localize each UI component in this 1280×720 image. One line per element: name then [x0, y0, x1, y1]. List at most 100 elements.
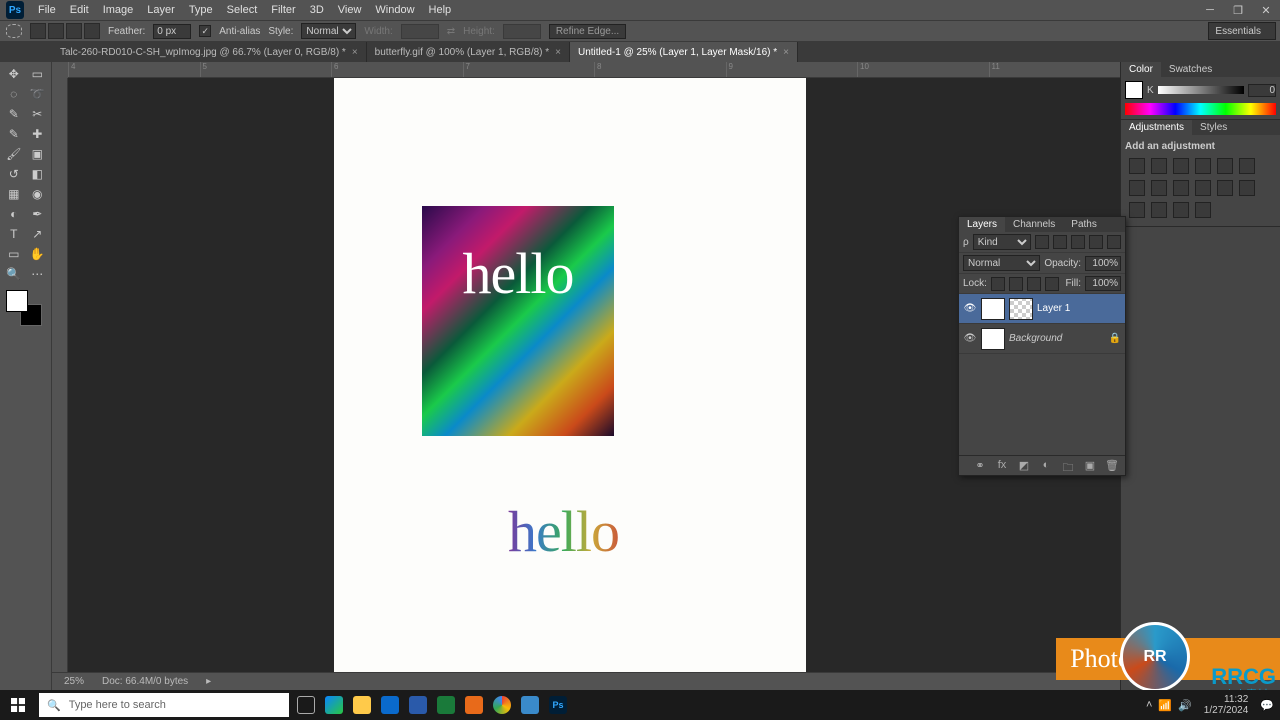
lock-position-icon[interactable] [1027, 277, 1041, 291]
menu-edit[interactable]: Edit [70, 4, 89, 16]
type-tool-icon[interactable]: T [2, 224, 26, 244]
pen-tool-icon[interactable]: ✒ [26, 204, 50, 224]
filter-smart-icon[interactable] [1107, 235, 1121, 249]
selection-new-icon[interactable] [30, 23, 46, 39]
menu-window[interactable]: Window [375, 4, 414, 16]
adjustment-layer-icon[interactable]: ◐ [1039, 459, 1053, 473]
lookup-icon[interactable] [1217, 180, 1233, 196]
lock-all-icon[interactable] [1045, 277, 1059, 291]
selection-intersect-icon[interactable] [84, 23, 100, 39]
start-button[interactable] [0, 690, 36, 720]
notifications-icon[interactable]: 💬 [1260, 699, 1274, 712]
healing-tool-icon[interactable]: ✚ [26, 124, 50, 144]
layer-name[interactable]: Background [1009, 333, 1105, 344]
link-layers-icon[interactable]: ⚭ [973, 459, 987, 473]
posterize-icon[interactable] [1129, 202, 1145, 218]
hand-tool-icon[interactable]: ✋ [26, 244, 50, 264]
refine-edge-button[interactable]: Refine Edge... [549, 24, 626, 39]
photos-icon[interactable] [516, 690, 544, 720]
gradient-tool-icon[interactable]: ▦ [2, 184, 26, 204]
crop-tool-icon[interactable]: ✂ [26, 104, 50, 124]
dodge-tool-icon[interactable]: ◐ [2, 204, 26, 224]
layer-filter-dropdown[interactable]: Kind [973, 234, 1031, 250]
word-icon[interactable] [404, 690, 432, 720]
filter-shape-icon[interactable] [1089, 235, 1103, 249]
menu-view[interactable]: View [338, 4, 362, 16]
filter-adjust-icon[interactable] [1053, 235, 1067, 249]
history-brush-tool-icon[interactable]: ↺ [2, 164, 26, 184]
stamp-tool-icon[interactable]: ▣ [26, 144, 50, 164]
k-input[interactable] [1248, 84, 1276, 97]
channel-mixer-icon[interactable] [1195, 180, 1211, 196]
tool-preset-icon[interactable] [6, 24, 22, 38]
layer-row[interactable]: 👁 Background 🔒 [959, 324, 1125, 354]
restore-button[interactable]: ❐ [1224, 0, 1252, 20]
chrome-icon[interactable] [488, 690, 516, 720]
fill-input[interactable] [1085, 276, 1121, 291]
menu-file[interactable]: File [38, 4, 56, 16]
feather-input[interactable] [153, 24, 191, 39]
style-dropdown[interactable]: Normal [301, 23, 356, 39]
gradient-map-icon[interactable] [1173, 202, 1189, 218]
levels-icon[interactable] [1151, 158, 1167, 174]
invert-icon[interactable] [1239, 180, 1255, 196]
volume-icon[interactable]: 🔊 [1178, 699, 1192, 712]
k-slider[interactable] [1158, 86, 1244, 94]
bw-icon[interactable] [1151, 180, 1167, 196]
blend-mode-dropdown[interactable]: Normal [963, 255, 1040, 271]
color-spectrum[interactable] [1125, 103, 1276, 115]
opacity-input[interactable] [1085, 256, 1121, 271]
color-balance-icon[interactable] [1129, 180, 1145, 196]
lock-pixels-icon[interactable] [1009, 277, 1023, 291]
group-icon[interactable]: 🗀 [1061, 459, 1075, 473]
quick-select-tool-icon[interactable]: ✎ [2, 104, 26, 124]
delete-layer-icon[interactable]: 🗑 [1105, 459, 1119, 473]
zoom-level[interactable]: 25% [64, 676, 84, 687]
layer-row[interactable]: 👁 Layer 1 [959, 294, 1125, 324]
mail-icon[interactable] [376, 690, 404, 720]
menu-help[interactable]: Help [429, 4, 452, 16]
vlc-icon[interactable] [460, 690, 488, 720]
antialias-checkbox[interactable]: ✓ [199, 25, 211, 37]
menu-image[interactable]: Image [103, 4, 134, 16]
selective-color-icon[interactable] [1195, 202, 1211, 218]
color-fg-swatch[interactable] [1125, 81, 1143, 99]
shape-tool-icon[interactable]: ▭ [2, 244, 26, 264]
document-canvas[interactable]: hello hello [334, 78, 806, 690]
close-icon[interactable]: × [352, 47, 358, 58]
edit-toolbar-icon[interactable]: ⋯ [26, 264, 50, 284]
menu-layer[interactable]: Layer [147, 4, 175, 16]
tab-adjustments[interactable]: Adjustments [1121, 120, 1192, 135]
zoom-tool-icon[interactable]: 🔍 [2, 264, 26, 284]
doc-tab[interactable]: Talc-260-RD010-C-SH_wpImog.jpg @ 66.7% (… [52, 42, 367, 62]
ruler-horizontal[interactable]: 4567891011 [68, 62, 1120, 78]
layer-name[interactable]: Layer 1 [1037, 303, 1121, 314]
doc-size[interactable]: Doc: 66.4M/0 bytes [102, 676, 188, 687]
artboard-tool-icon[interactable]: ▭ [26, 64, 50, 84]
menu-3d[interactable]: 3D [310, 4, 324, 16]
hue-icon[interactable] [1239, 158, 1255, 174]
ruler-origin[interactable] [52, 62, 68, 78]
tab-swatches[interactable]: Swatches [1161, 62, 1220, 77]
layer-mask-thumbnail[interactable] [1009, 298, 1033, 320]
selection-add-icon[interactable] [48, 23, 64, 39]
menu-filter[interactable]: Filter [271, 4, 295, 16]
taskbar-clock[interactable]: 11:32 1/27/2024 [1198, 694, 1255, 716]
network-icon[interactable]: 📶 [1158, 699, 1172, 712]
selection-subtract-icon[interactable] [66, 23, 82, 39]
tab-paths[interactable]: Paths [1063, 217, 1105, 232]
doc-tab[interactable]: butterfly.gif @ 100% (Layer 1, RGB/8) *× [367, 42, 570, 62]
photoshop-taskbar-icon[interactable]: Ps [544, 690, 572, 720]
path-tool-icon[interactable]: ↗ [26, 224, 50, 244]
eyedropper-tool-icon[interactable]: ✎ [2, 124, 26, 144]
tray-chevron-icon[interactable]: ˄ [1146, 699, 1152, 711]
vibrance-icon[interactable] [1217, 158, 1233, 174]
color-swatches[interactable] [6, 290, 42, 326]
edge-icon[interactable] [320, 690, 348, 720]
task-view-icon[interactable] [292, 690, 320, 720]
brush-tool-icon[interactable]: 🖌 [2, 144, 26, 164]
doc-tab-active[interactable]: Untitled-1 @ 25% (Layer 1, Layer Mask/16… [570, 42, 798, 62]
curves-icon[interactable] [1173, 158, 1189, 174]
layer-thumbnail[interactable] [981, 298, 1005, 320]
taskbar-search[interactable]: 🔍 Type here to search [39, 693, 289, 717]
